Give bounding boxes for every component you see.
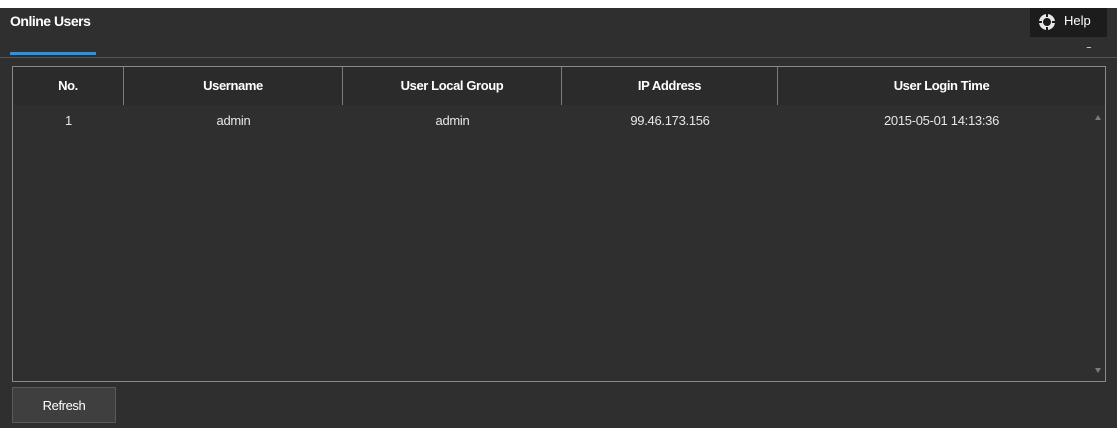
online-users-panel: Online Users Help O No. Username User Lo… xyxy=(0,8,1117,428)
cell-no: 1 xyxy=(65,113,72,128)
tab-bar: Online Users Help O xyxy=(0,8,1117,58)
lifebuoy-icon xyxy=(1039,14,1055,30)
scroll-down-arrow-icon[interactable] xyxy=(1095,368,1101,373)
tab-label: Online Users xyxy=(10,13,91,29)
refresh-button[interactable]: Refresh xyxy=(12,387,116,423)
column-header-username[interactable]: Username xyxy=(124,67,343,105)
refresh-label: Refresh xyxy=(42,397,86,413)
cell-username: admin xyxy=(216,113,251,128)
table-scrollbar[interactable] xyxy=(1092,105,1106,381)
scroll-up-arrow-icon[interactable] xyxy=(1095,115,1101,120)
cell-user-login-time: 2015-05-01 14:13:36 xyxy=(883,113,999,128)
table-header: No. Username User Local Group IP Address… xyxy=(13,67,1105,105)
column-header-user-login-time[interactable]: User Login Time xyxy=(778,67,1105,105)
column-header-ip-address[interactable]: IP Address xyxy=(562,67,778,105)
clipped-text: O xyxy=(1085,47,1103,51)
cell-ip-address: 99.46.173.156 xyxy=(630,113,710,128)
help-button[interactable]: Help xyxy=(1030,8,1107,37)
column-header-user-local-group[interactable]: User Local Group xyxy=(343,67,562,105)
column-header-no[interactable]: No. xyxy=(13,67,124,105)
cell-user-local-group: admin xyxy=(435,113,470,128)
active-tab-indicator xyxy=(10,52,96,55)
online-users-table: No. Username User Local Group IP Address… xyxy=(12,66,1106,382)
table-row[interactable]: 1 admin admin 99.46.173.156 2015-05-01 1… xyxy=(13,105,1105,136)
table-body: 1 admin admin 99.46.173.156 2015-05-01 1… xyxy=(13,105,1105,136)
help-label: Help xyxy=(1064,13,1091,28)
